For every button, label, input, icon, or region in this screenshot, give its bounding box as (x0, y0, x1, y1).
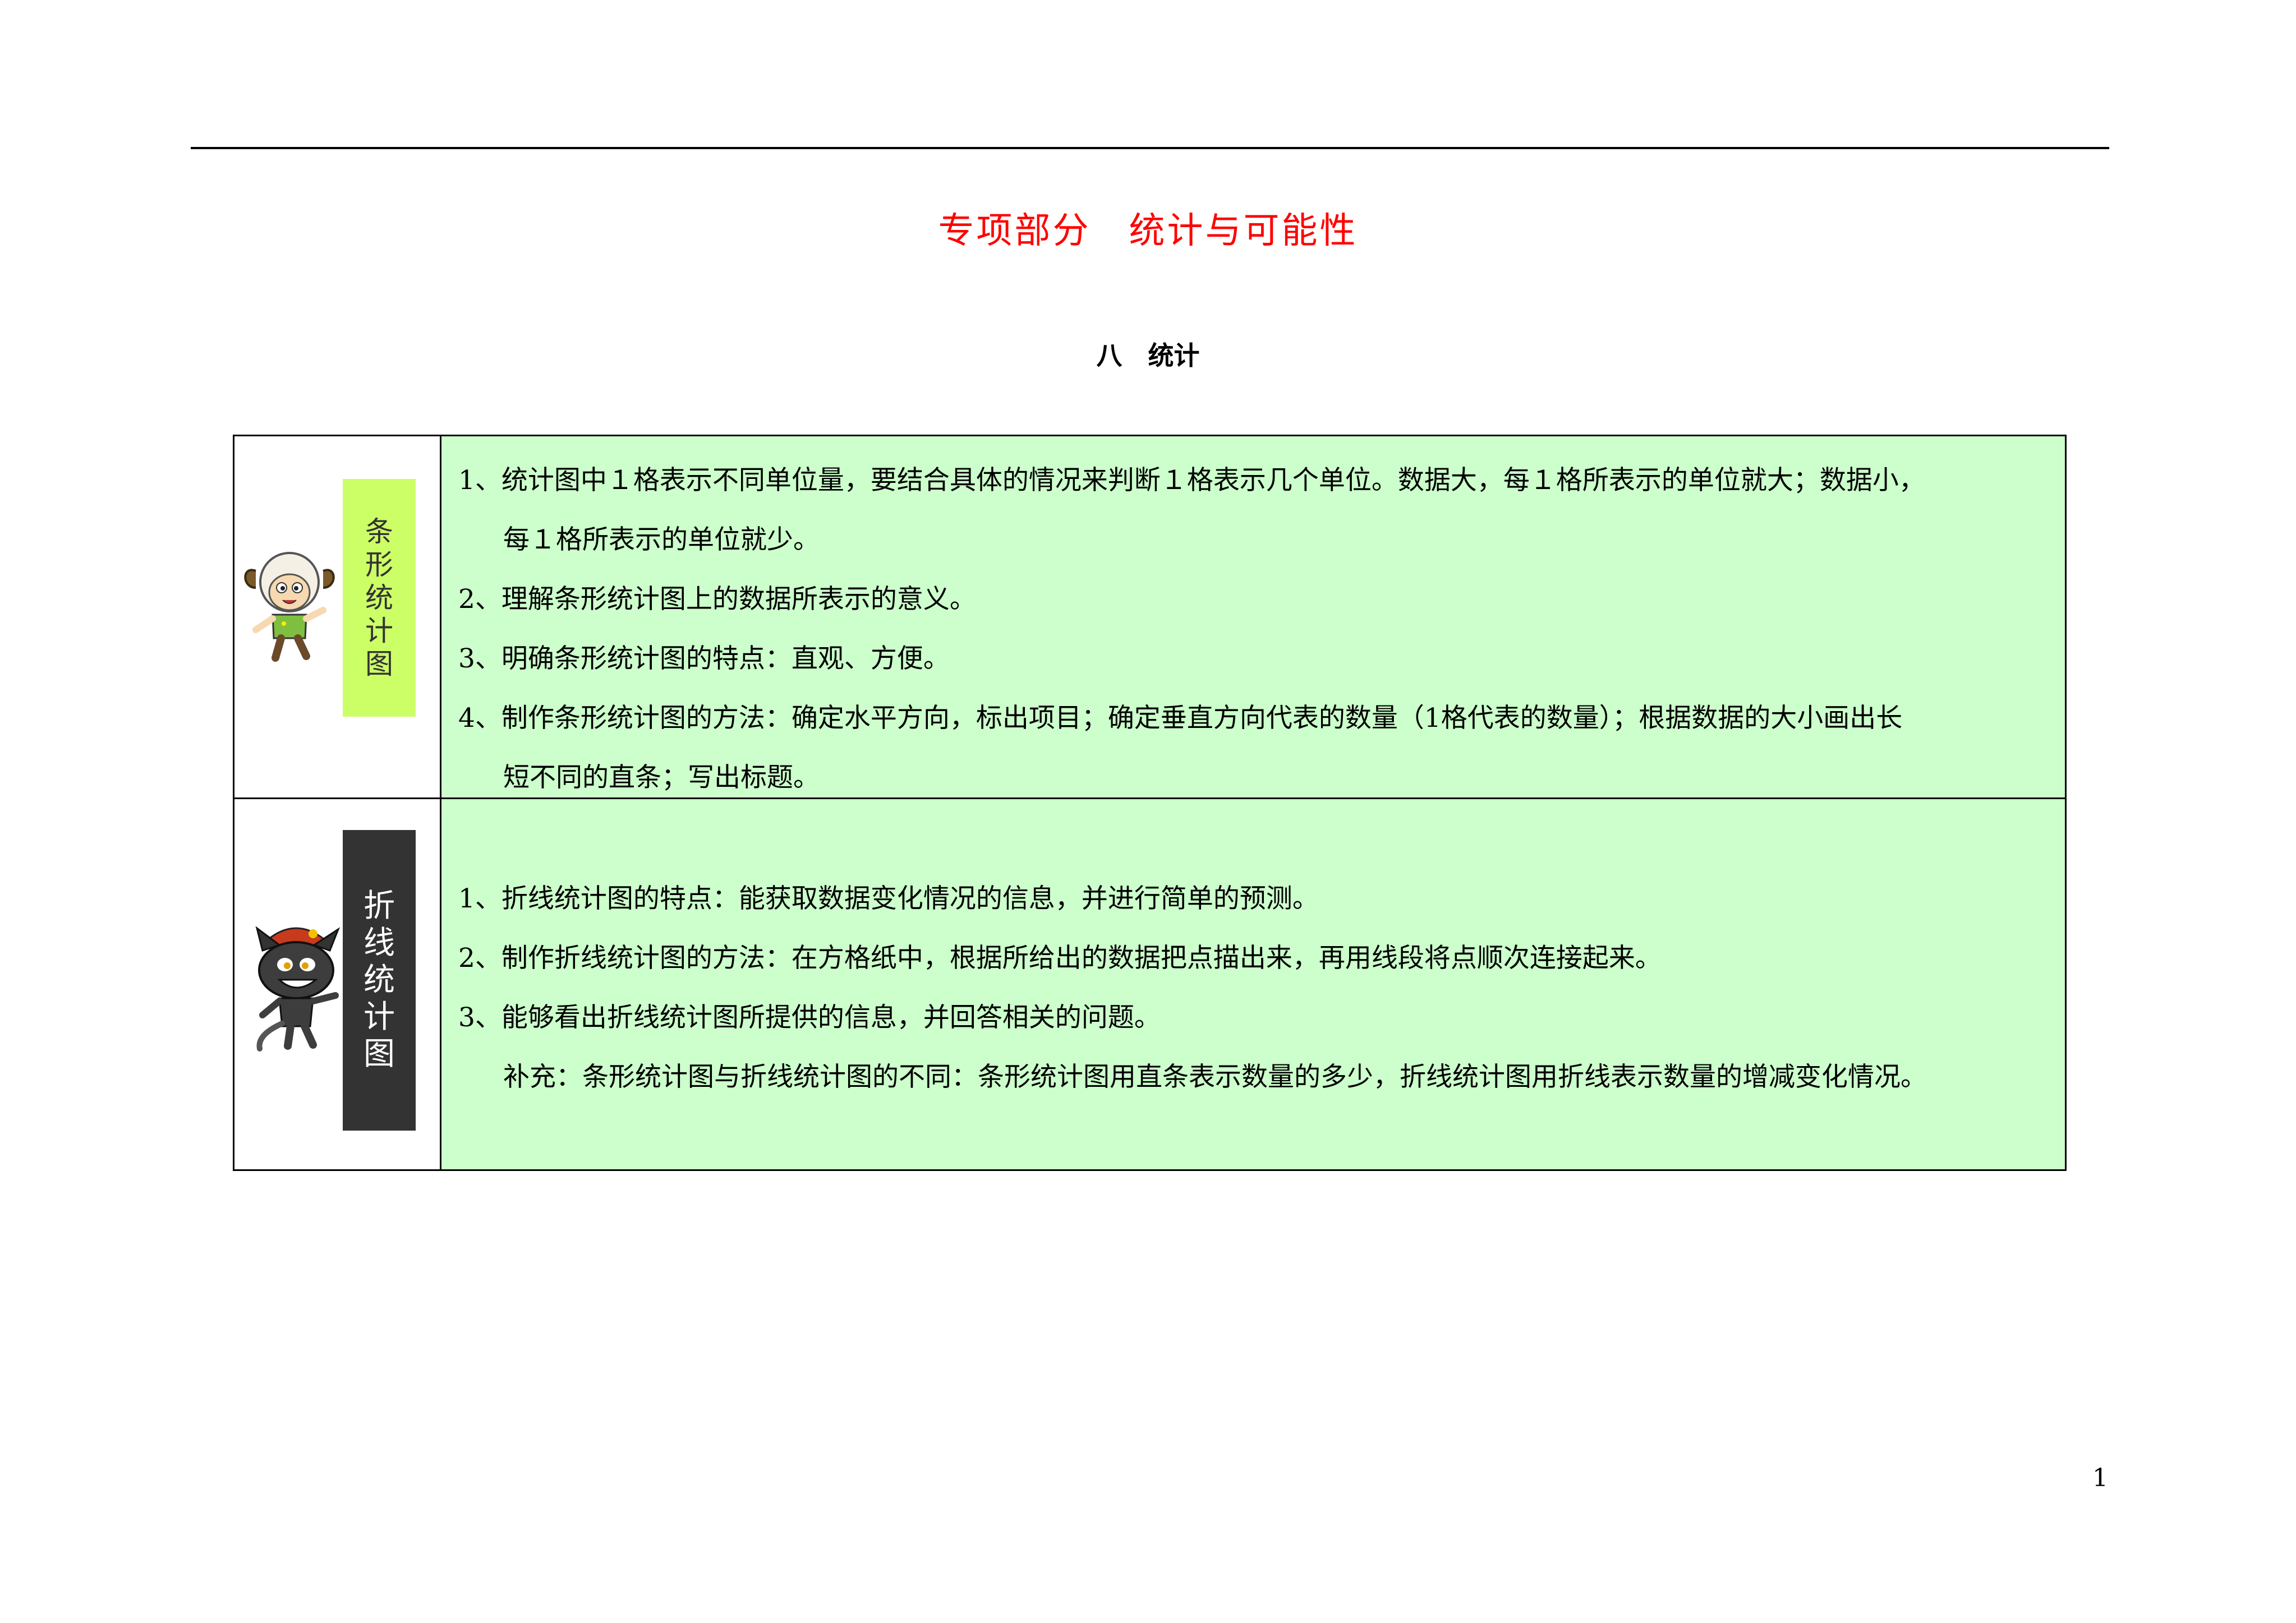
row-label-cell: 折 线 统 计 图 (234, 799, 441, 1169)
content-line: 4、制作条形统计图的方法：确定水平方向，标出项目；确定垂直方向代表的数量（1格代… (458, 703, 1903, 734)
label-char: 统 (364, 961, 395, 998)
row-content-cell: 1、折线统计图的特点：能获取数据变化情况的信息，并进行简单的预测。 2、制作折线… (441, 799, 2065, 1169)
knowledge-table: 条 形 统 计 图 1、统计图中１格表示不同单位量，要结合具体的情况来判断１格表… (233, 435, 2067, 1171)
wolf-mascot-icon (255, 926, 341, 1052)
label-char: 图 (364, 1036, 395, 1073)
content-line: 1、折线统计图的特点：能获取数据变化情况的信息，并进行简单的预测。 (458, 883, 1319, 914)
content-line: 补充：条形统计图与折线统计图的不同：条形统计图用直条表示数量的多少，折线统计图用… (503, 1062, 1927, 1092)
label-char: 统 (365, 581, 393, 614)
section-title: 八 统计 (1096, 340, 1200, 371)
page-title: 专项部分 统计与可能性 (938, 210, 1358, 252)
table-row-line-chart: 折 线 统 计 图 1、折线统计图的特点：能获取数据变化情况的信息，并进行简单的… (234, 799, 2065, 1169)
row-content-cell: 1、统计图中１格表示不同单位量，要结合具体的情况来判断１格表示几个单位。数据大，… (441, 436, 2065, 797)
label-char: 折 (364, 887, 395, 924)
content-line: 3、明确条形统计图的特点：直观、方便。 (458, 643, 950, 674)
label-char: 线 (364, 924, 395, 961)
table-row-bar-chart: 条 形 统 计 图 1、统计图中１格表示不同单位量，要结合具体的情况来判断１格表… (234, 436, 2065, 799)
label-char: 图 (365, 647, 393, 680)
label-char: 条 (365, 515, 393, 548)
content-line: 2、理解条形统计图上的数据所表示的意义。 (458, 584, 976, 615)
content-line: 3、能够看出折线统计图所提供的信息，并回答相关的问题。 (458, 1002, 1161, 1033)
sheep-mascot-icon (244, 552, 335, 662)
page-number: 1 (2092, 1464, 2108, 1492)
header-rule (191, 147, 2109, 149)
bar-chart-points: 1、统计图中１格表示不同单位量，要结合具体的情况来判断１格表示几个单位。数据大，… (458, 451, 2054, 808)
bar-chart-vertical-label: 条 形 统 计 图 (343, 479, 416, 717)
label-char: 形 (365, 548, 393, 581)
row-label-cell: 条 形 统 计 图 (234, 436, 441, 797)
line-chart-vertical-label: 折 线 统 计 图 (343, 830, 416, 1131)
content-line: 1、统计图中１格表示不同单位量，要结合具体的情况来判断１格表示几个单位。数据大，… (458, 465, 1925, 496)
content-line: 每１格所表示的单位就少。 (503, 524, 820, 555)
label-char: 计 (365, 614, 393, 647)
content-line: 2、制作折线统计图的方法：在方格纸中，根据所给出的数据把点描出来，再用线段将点顺… (458, 943, 1662, 974)
line-chart-points: 1、折线统计图的特点：能获取数据变化情况的信息，并进行简单的预测。 2、制作折线… (458, 869, 2054, 1107)
label-char: 计 (364, 999, 395, 1036)
